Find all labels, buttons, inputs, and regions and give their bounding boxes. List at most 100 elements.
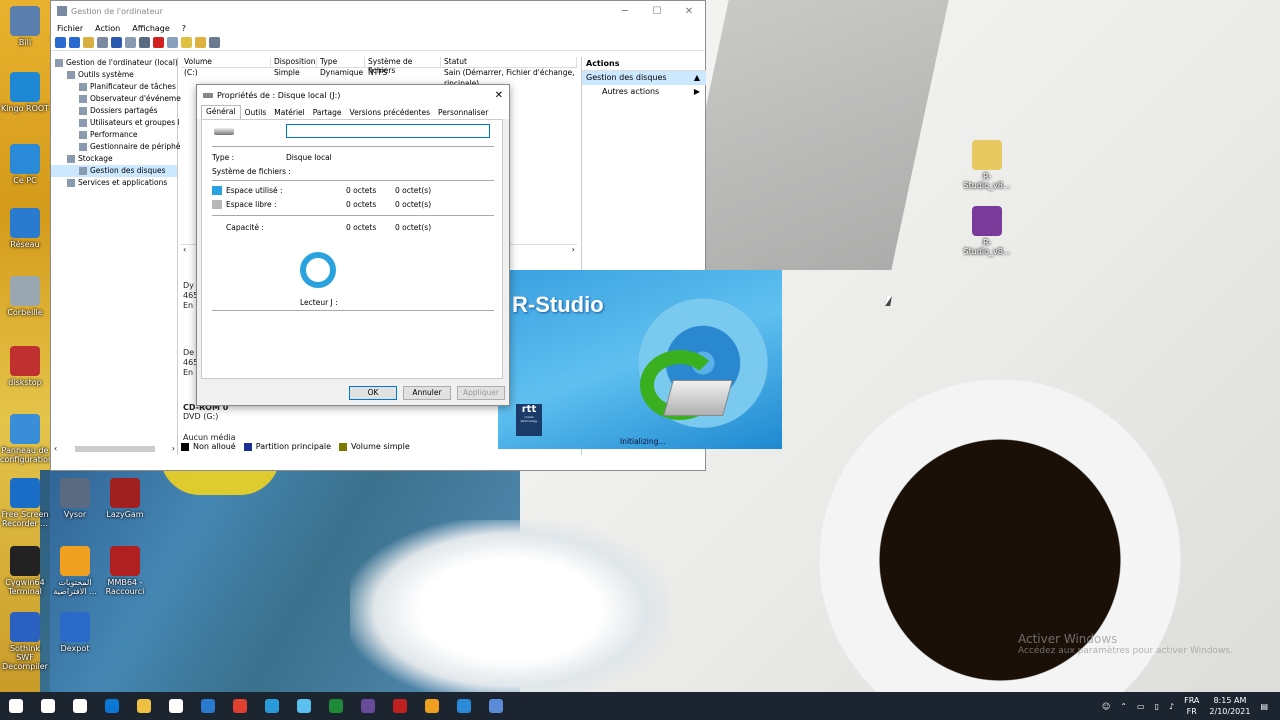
- back-icon[interactable]: [55, 37, 66, 48]
- column-header[interactable]: Type: [317, 57, 365, 67]
- volume-icon[interactable]: ♪: [1169, 702, 1174, 711]
- taskbar-app-icon[interactable]: [0, 692, 32, 720]
- connect-icon[interactable]: [139, 37, 150, 48]
- forward-icon[interactable]: [69, 37, 80, 48]
- desktop-icon[interactable]: Vysor: [50, 478, 100, 519]
- dialog-tab[interactable]: Personnaliser: [434, 107, 492, 119]
- window-titlebar[interactable]: Gestion de l'ordinateur ─ ☐ ✕: [51, 1, 705, 21]
- taskbar-app-icon[interactable]: [288, 692, 320, 720]
- scroll-right-icon[interactable]: ›: [572, 245, 575, 254]
- actions-more[interactable]: Autres actions ▶: [582, 85, 706, 99]
- desktop-icon[interactable]: Kingo ROOT: [0, 72, 50, 113]
- tree-item-label: Dossiers partagés: [90, 106, 158, 115]
- tree-scrollbar[interactable]: ‹ ›: [51, 444, 178, 454]
- taskbar-app-icon[interactable]: [224, 692, 256, 720]
- desktop-icon[interactable]: R-Studio_v8...: [962, 206, 1012, 256]
- help-icon[interactable]: [111, 37, 122, 48]
- actions-disk-management[interactable]: Gestion des disques ▲: [582, 71, 706, 85]
- taskbar-app-icon[interactable]: [416, 692, 448, 720]
- desktop-icon[interactable]: LazyGam: [100, 478, 150, 519]
- tree-item[interactable]: Dossiers partagés: [51, 105, 177, 117]
- desktop-icon[interactable]: Dexpot: [50, 612, 100, 653]
- tree-item[interactable]: Gestion des disques: [51, 165, 177, 177]
- tree-item[interactable]: Performance: [51, 129, 177, 141]
- tree-item[interactable]: Stockage: [51, 153, 177, 165]
- cancel-button[interactable]: Annuler: [403, 386, 451, 400]
- wallpaper-book: [671, 0, 949, 270]
- dialog-tab[interactable]: Outils: [241, 107, 271, 119]
- taskbar-glyph-icon: [425, 699, 439, 713]
- properties-icon[interactable]: [195, 37, 206, 48]
- maximize-icon[interactable]: ☐: [641, 6, 673, 17]
- taskbar-app-icon[interactable]: [384, 692, 416, 720]
- delete-icon[interactable]: [153, 37, 164, 48]
- desktop-icon[interactable]: Réseau: [0, 208, 50, 249]
- dialog-tab[interactable]: Versions précédentes: [346, 107, 435, 119]
- tree-item-label: Services et applications: [78, 178, 168, 187]
- desktop-icon[interactable]: Free Screen Recorder ...: [0, 478, 50, 528]
- desktop-icon[interactable]: المحتويات الافتراضية ...: [50, 546, 100, 596]
- desktop-icon[interactable]: diskstop: [0, 346, 50, 387]
- up-icon[interactable]: [83, 37, 94, 48]
- ok-button[interactable]: OK: [349, 386, 397, 400]
- tree-item[interactable]: Planificateur de tâches: [51, 81, 177, 93]
- tree-item[interactable]: Services et applications: [51, 177, 177, 189]
- desktop-icon[interactable]: Sothink SWF Decompiler: [0, 612, 50, 671]
- people-icon[interactable]: ☺: [1102, 702, 1110, 711]
- check-icon[interactable]: [167, 37, 178, 48]
- column-header[interactable]: Système de fichiers: [365, 57, 441, 75]
- tree-item[interactable]: Gestionnaire de périphé: [51, 141, 180, 153]
- minimize-icon[interactable]: ─: [609, 6, 641, 17]
- taskbar-app-icon[interactable]: [256, 692, 288, 720]
- desktop-icon[interactable]: Cygwin64 Terminal: [0, 546, 50, 596]
- menu-item[interactable]: Affichage: [132, 24, 170, 33]
- menu-item[interactable]: Fichier: [57, 24, 83, 33]
- apply-button[interactable]: Appliquer: [457, 386, 505, 400]
- desktop-icon[interactable]: MMB64 - Raccourci: [100, 546, 150, 596]
- notification-icon[interactable]: ▤: [1260, 702, 1268, 711]
- tree-item[interactable]: Outils système: [51, 69, 177, 81]
- taskbar-app-icon[interactable]: [32, 692, 64, 720]
- close-icon[interactable]: ✕: [673, 6, 705, 17]
- tree-item[interactable]: Utilisateurs et groupes l: [51, 117, 180, 129]
- clock[interactable]: 8:15 AM 2/10/2021: [1209, 695, 1250, 717]
- menu-item[interactable]: ?: [182, 24, 186, 33]
- desktop-icon[interactable]: R-Studio_v8...: [962, 140, 1012, 190]
- table-row[interactable]: (C:) Simple Dynamique NTFS Sain (Démarrer, F…: [181, 68, 577, 79]
- desktop-icon[interactable]: Bill: [0, 6, 50, 47]
- taskbar-app-icon[interactable]: [320, 692, 352, 720]
- drive-name-input[interactable]: [286, 124, 490, 138]
- close-icon[interactable]: ✕: [495, 90, 509, 101]
- tree-item[interactable]: Observateur d'événeme: [51, 93, 181, 105]
- column-header[interactable]: Disposition: [271, 57, 317, 67]
- dialog-tab[interactable]: Partage: [309, 107, 346, 119]
- desktop-icon[interactable]: Corbeille: [0, 276, 50, 317]
- taskbar-app-icon[interactable]: [160, 692, 192, 720]
- folder-icon[interactable]: [181, 37, 192, 48]
- language-indicator[interactable]: FRA FR: [1184, 695, 1199, 717]
- dialog-tab[interactable]: Général: [201, 105, 241, 119]
- dialog-tab[interactable]: Matériel: [270, 107, 309, 119]
- taskbar-app-icon[interactable]: [448, 692, 480, 720]
- taskbar-app-icon[interactable]: [352, 692, 384, 720]
- column-header[interactable]: Statut: [441, 57, 577, 67]
- scroll-left-icon[interactable]: ‹: [183, 245, 186, 254]
- tree-item[interactable]: Gestion de l'ordinateur (local): [51, 57, 178, 69]
- view-icon[interactable]: [97, 37, 108, 48]
- list-icon[interactable]: [125, 37, 136, 48]
- network-icon[interactable]: ▭: [1137, 702, 1145, 711]
- dialog-titlebar[interactable]: Propriétés de : Disque local (J:) ✕: [197, 85, 509, 105]
- taskbar-app-icon[interactable]: [96, 692, 128, 720]
- taskbar-app-icon[interactable]: [192, 692, 224, 720]
- menu-item[interactable]: Action: [95, 24, 120, 33]
- desktop-icon[interactable]: Ce PC: [0, 144, 50, 185]
- console-icon[interactable]: [209, 37, 220, 48]
- taskbar-app-icon[interactable]: [480, 692, 512, 720]
- chevron-up-icon[interactable]: ⌃: [1120, 702, 1127, 711]
- desktop-icon[interactable]: Panneau de configuration: [0, 414, 53, 464]
- taskbar-app-icon[interactable]: [64, 692, 96, 720]
- column-header[interactable]: Volume: [181, 57, 271, 67]
- taskbar-app-icon[interactable]: [128, 692, 160, 720]
- battery-icon[interactable]: ▯: [1155, 702, 1159, 711]
- collapse-icon[interactable]: ▲: [694, 71, 706, 85]
